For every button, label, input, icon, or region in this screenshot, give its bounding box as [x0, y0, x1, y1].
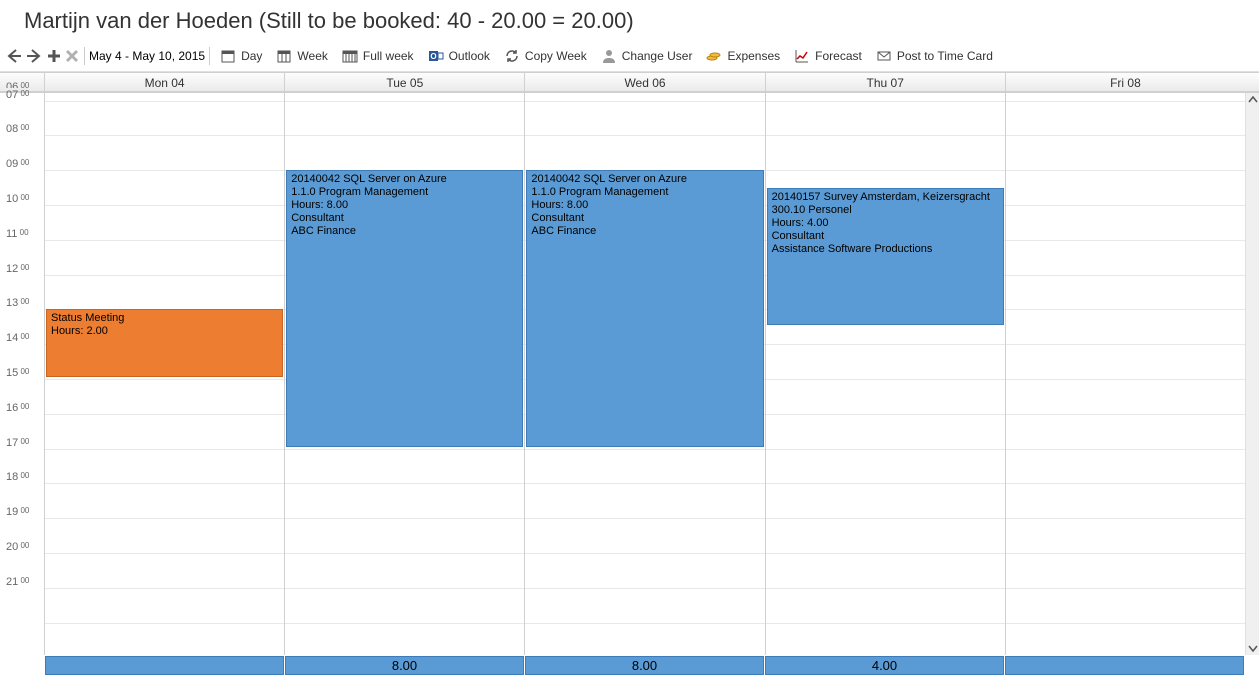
scroll-up-icon[interactable]: [1246, 93, 1259, 107]
week-view-button[interactable]: Week: [270, 45, 333, 67]
calendar-week-icon: [276, 48, 292, 64]
expenses-label: Expenses: [727, 49, 780, 63]
change-user-label: Change User: [622, 49, 693, 63]
change-user-button[interactable]: Change User: [595, 45, 699, 67]
date-range-label: May 4 - May 10, 2015: [84, 47, 210, 65]
day-column[interactable]: 20140042 SQL Server on Azure1.1.0 Progra…: [285, 93, 525, 655]
time-label: 19 00: [0, 506, 44, 541]
calendar-fullweek-icon: [342, 48, 358, 64]
coins-icon: [706, 48, 722, 64]
day-column[interactable]: Status MeetingHours: 2.00: [45, 93, 285, 655]
add-icon[interactable]: [46, 48, 62, 64]
time-label: 16 00: [0, 402, 44, 437]
days-grid[interactable]: Status MeetingHours: 2.0020140042 SQL Se…: [45, 93, 1245, 655]
time-label: 13 00: [0, 297, 44, 332]
day-column[interactable]: 20140157 Survey Amsterdam, Keizersgracht…: [766, 93, 1006, 655]
time-label: 11 00: [0, 228, 44, 263]
refresh-icon: [504, 48, 520, 64]
day-header[interactable]: Mon 04: [45, 73, 285, 91]
day-header[interactable]: Tue 05: [285, 73, 525, 91]
footer-totals-row: 8.008.004.00: [0, 655, 1259, 675]
day-total-cell: [1005, 656, 1244, 675]
time-label: 18 00: [0, 471, 44, 506]
user-icon: [601, 48, 617, 64]
calendar-body: 06 0007 0008 0009 0010 0011 0012 0013 00…: [0, 92, 1259, 655]
time-label: 12 00: [0, 263, 44, 298]
time-label: 20 00: [0, 541, 44, 576]
time-label: 15 00: [0, 367, 44, 402]
expenses-button[interactable]: Expenses: [700, 45, 786, 67]
previous-arrow-icon[interactable]: [6, 48, 22, 64]
time-label: 08 00: [0, 123, 44, 158]
post-timecard-button[interactable]: Post to Time Card: [870, 45, 999, 67]
day-header[interactable]: Wed 06: [525, 73, 765, 91]
day-view-label: Day: [241, 49, 262, 63]
calendar-event[interactable]: 20140042 SQL Server on Azure1.1.0 Progra…: [526, 170, 763, 446]
time-label: 07 00: [0, 89, 44, 124]
scroll-down-icon[interactable]: [1246, 641, 1259, 655]
copy-week-button[interactable]: Copy Week: [498, 45, 593, 67]
time-label: 09 00: [0, 158, 44, 193]
outlook-button[interactable]: O Outlook: [422, 45, 496, 67]
toolbar: May 4 - May 10, 2015 Day Week Full week …: [0, 40, 1259, 72]
mail-icon: [876, 48, 892, 64]
svg-text:O: O: [430, 52, 436, 61]
calendar-event[interactable]: 20140042 SQL Server on Azure1.1.0 Progra…: [286, 170, 523, 446]
day-total-cell: [45, 656, 284, 675]
outlook-label: Outlook: [449, 49, 490, 63]
time-label: 21 00: [0, 576, 44, 611]
post-timecard-label: Post to Time Card: [897, 49, 993, 63]
calendar-event[interactable]: 20140157 Survey Amsterdam, Keizersgracht…: [767, 188, 1004, 325]
chart-icon: [794, 48, 810, 64]
calendar-day-icon: [220, 48, 236, 64]
forecast-label: Forecast: [815, 49, 862, 63]
day-column[interactable]: [1006, 93, 1245, 655]
next-arrow-icon[interactable]: [26, 48, 42, 64]
time-label: 06 00: [0, 81, 44, 89]
day-total-cell: 4.00: [765, 656, 1004, 675]
page-title: Martijn van der Hoeden (Still to be book…: [0, 0, 1259, 40]
copy-week-label: Copy Week: [525, 49, 587, 63]
time-gutter: 06 0007 0008 0009 0010 0011 0012 0013 00…: [0, 93, 45, 655]
full-week-view-button[interactable]: Full week: [336, 45, 420, 67]
calendar-event[interactable]: Status MeetingHours: 2.00: [46, 309, 283, 377]
day-total-cell: 8.00: [285, 656, 524, 675]
day-header[interactable]: Fri 08: [1006, 73, 1245, 91]
day-column[interactable]: 20140042 SQL Server on Azure1.1.0 Progra…: [525, 93, 765, 655]
outlook-icon: O: [428, 48, 444, 64]
forecast-button[interactable]: Forecast: [788, 45, 868, 67]
vertical-scrollbar[interactable]: [1245, 93, 1259, 655]
week-view-label: Week: [297, 49, 327, 63]
day-header[interactable]: Thu 07: [766, 73, 1006, 91]
time-label: 14 00: [0, 332, 44, 367]
day-view-button[interactable]: Day: [214, 45, 268, 67]
day-headers-row: Mon 04Tue 05Wed 06Thu 07Fri 08: [0, 72, 1259, 92]
day-total-cell: 8.00: [525, 656, 764, 675]
time-label: 17 00: [0, 437, 44, 472]
delete-icon: [64, 48, 80, 64]
full-week-view-label: Full week: [363, 49, 414, 63]
time-label: 10 00: [0, 193, 44, 228]
